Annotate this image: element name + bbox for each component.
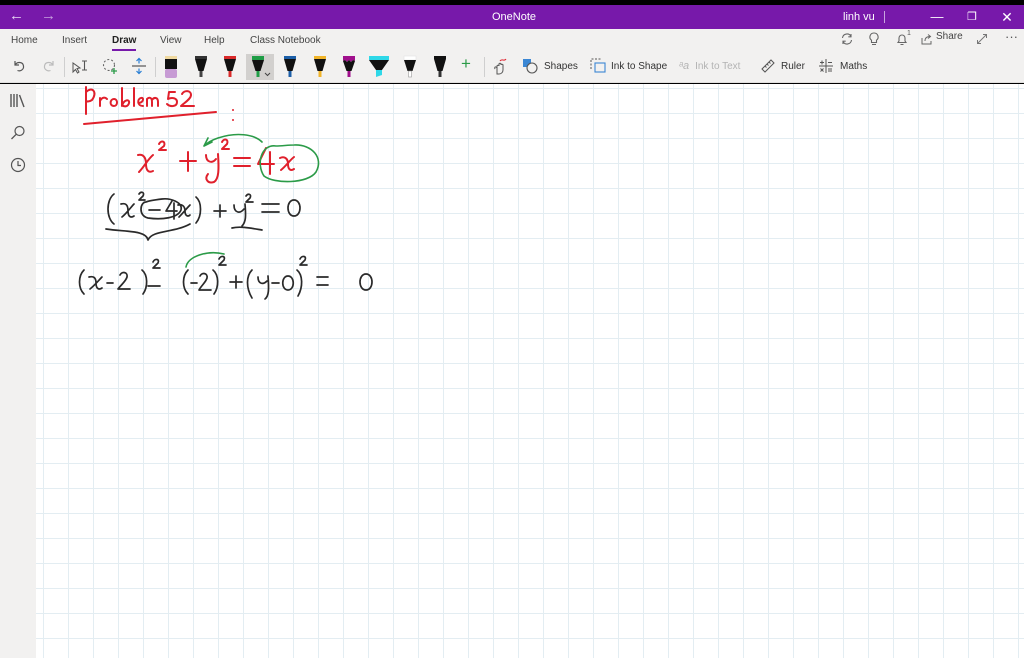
sync-icon[interactable] xyxy=(840,32,854,49)
tab-insert[interactable]: Insert xyxy=(62,35,87,46)
ink-title-problem-52 xyxy=(83,86,234,125)
minimize-button[interactable]: — xyxy=(922,7,952,27)
undo-icon xyxy=(14,61,25,72)
add-pen-button[interactable]: + xyxy=(461,53,471,75)
redo-icon xyxy=(43,61,54,72)
pen-red[interactable] xyxy=(219,54,241,80)
type-select-icon xyxy=(72,60,87,74)
search-icon[interactable] xyxy=(9,124,27,142)
expand-icon[interactable] xyxy=(976,33,988,48)
redo-button[interactable] xyxy=(41,55,57,77)
pen-galaxy-purple[interactable] xyxy=(338,54,360,80)
pen-white[interactable] xyxy=(399,54,421,80)
user-name[interactable]: linh vu xyxy=(843,11,875,23)
ink-to-shape-label: Ink to Shape xyxy=(611,60,668,72)
highlighter-cyan[interactable] xyxy=(366,54,389,80)
close-button[interactable]: ✕ xyxy=(992,7,1022,27)
ink-equation-2 xyxy=(105,191,301,241)
ink-replay-icon xyxy=(494,58,507,75)
handwritten-ink-layer: Problem 52 : xyxy=(78,86,373,300)
pen-green-selected[interactable] xyxy=(246,54,274,80)
maths-label: Maths xyxy=(840,60,868,72)
maximize-button[interactable]: ❐ xyxy=(957,7,987,27)
ribbon: Home Insert Draw View Help Class Noteboo… xyxy=(0,29,1024,83)
ribbon-tabs: Home Insert Draw View Help Class Noteboo… xyxy=(0,29,700,51)
maths-icon xyxy=(819,59,833,73)
ink-to-shape-button[interactable]: Ink to Shape xyxy=(590,55,667,77)
type-select-button[interactable] xyxy=(71,55,89,77)
clock-icon[interactable] xyxy=(9,156,27,174)
app-title: OneNote xyxy=(492,11,537,23)
toolbar-separator xyxy=(484,57,485,77)
ink-replay-button[interactable] xyxy=(491,55,509,77)
back-arrow-icon[interactable]: ← xyxy=(9,7,24,24)
tab-class-notebook[interactable]: Class Notebook xyxy=(250,35,321,46)
more-options-icon[interactable]: ··· xyxy=(1005,29,1018,44)
left-sidebar xyxy=(0,84,36,658)
add-space-icon xyxy=(132,57,146,75)
ink-to-text-icon: ᵃa xyxy=(679,60,690,72)
shapes-label: Shapes xyxy=(544,60,578,72)
toolbar-separator xyxy=(155,57,156,77)
title-separator xyxy=(884,11,885,23)
ink-to-shape-icon xyxy=(590,58,606,73)
tab-draw[interactable]: Draw xyxy=(112,35,137,51)
ruler-label: Ruler xyxy=(781,60,805,72)
toolbar-separator xyxy=(64,57,65,77)
tab-view[interactable]: View xyxy=(160,35,182,46)
forward-arrow-icon[interactable]: → xyxy=(41,7,56,24)
ink-to-text-button[interactable]: ᵃa Ink to Text xyxy=(679,55,740,77)
share-button[interactable]: Share xyxy=(936,31,963,42)
pen-blue[interactable] xyxy=(279,54,301,80)
shapes-button[interactable]: Shapes xyxy=(522,55,578,77)
pen-black[interactable] xyxy=(190,54,212,80)
tab-home[interactable]: Home xyxy=(11,35,38,46)
tab-help[interactable]: Help xyxy=(204,35,225,46)
notebooks-icon[interactable] xyxy=(9,92,27,110)
note-page-canvas[interactable]: Problem 52 : xyxy=(36,84,1024,658)
share-icon[interactable] xyxy=(921,33,933,48)
lasso-select-icon xyxy=(102,58,117,74)
eraser-pen[interactable] xyxy=(160,54,182,80)
ink-equation-3 xyxy=(78,251,373,300)
ruler-icon xyxy=(761,59,775,73)
ink-equation-1 xyxy=(137,133,320,184)
draw-toolbar: + Shapes Ink to Shape ᵃa Ink to Text Rul… xyxy=(0,51,1024,81)
pen-yellow[interactable] xyxy=(309,54,331,80)
title-bar: ← → OneNote linh vu — ❐ ✕ xyxy=(0,5,1024,29)
maths-button[interactable]: Maths xyxy=(818,55,867,77)
add-space-button[interactable] xyxy=(131,55,147,77)
pen-black-2[interactable] xyxy=(429,54,451,80)
undo-button[interactable] xyxy=(11,55,27,77)
ink-to-text-label: Ink to Text xyxy=(695,60,741,72)
lightbulb-icon[interactable] xyxy=(868,32,880,49)
lasso-select-button[interactable] xyxy=(101,55,119,77)
notification-count: 1 xyxy=(907,30,911,37)
shapes-icon xyxy=(523,59,538,74)
ruler-button[interactable]: Ruler xyxy=(760,55,805,77)
